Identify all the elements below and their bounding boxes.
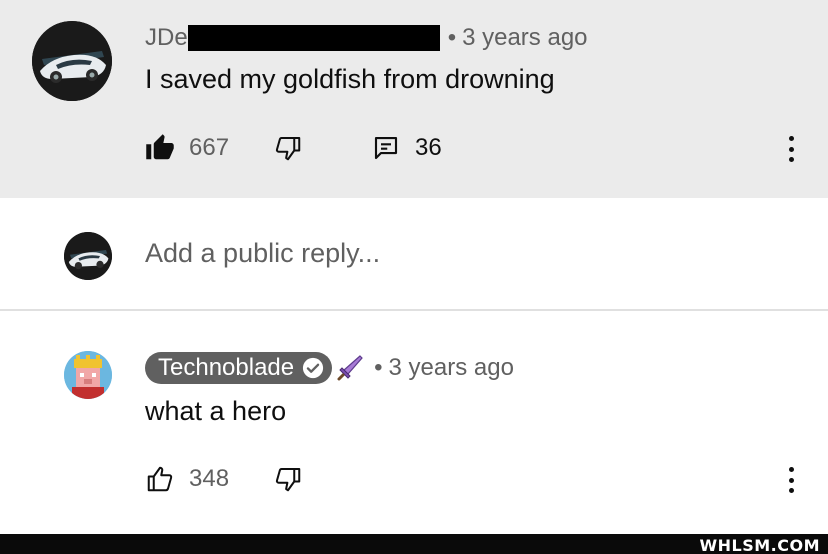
like-filled-icon[interactable]: [145, 133, 175, 163]
redaction-bar: [187, 25, 440, 51]
reply-timestamp[interactable]: 3 years ago: [389, 354, 514, 382]
member-badge-sword-icon: [334, 352, 366, 384]
reply-count[interactable]: 36: [415, 134, 442, 162]
reply-comment-icon[interactable]: [371, 133, 401, 163]
dislike-icon[interactable]: [273, 464, 303, 494]
verified-check-icon: [302, 357, 324, 379]
comment-actions: 667 36: [145, 133, 442, 163]
dislike-icon[interactable]: [273, 133, 303, 163]
technoblade-avatar[interactable]: [64, 351, 112, 399]
comment-header: JDe • 3 years ago: [145, 24, 588, 52]
commenter-avatar[interactable]: [32, 21, 112, 101]
reply-actions: 348: [145, 464, 303, 494]
reply-like-count: 348: [189, 465, 230, 492]
author-name[interactable]: JDe: [145, 24, 188, 52]
like-outline-icon[interactable]: [145, 464, 175, 494]
separator-dot: •: [374, 354, 383, 381]
car-avatar-icon: [32, 21, 112, 101]
separator-dot: •: [447, 24, 457, 51]
comment-text: I saved my goldfish from drowning: [145, 64, 555, 94]
reply-header: Technoblade • 3 years ago: [145, 352, 514, 384]
comment-timestamp[interactable]: 3 years ago: [462, 24, 587, 52]
current-user-avatar: [64, 232, 112, 280]
like-count: 667: [189, 134, 230, 161]
public-reply-input[interactable]: Add a public reply...: [145, 238, 380, 269]
reply-composer: [0, 198, 828, 311]
car-avatar-icon: [64, 232, 112, 280]
creator-name-badge[interactable]: Technoblade: [145, 352, 333, 384]
pig-king-avatar-icon: [64, 351, 112, 399]
highlighted-comment: JDe • 3 years ago I saved my goldfish fr…: [0, 0, 828, 198]
reply-text: what a hero: [145, 396, 287, 426]
more-options-icon[interactable]: [784, 134, 798, 164]
more-options-icon[interactable]: [784, 465, 798, 495]
site-watermark: WHLSM.COM: [699, 536, 820, 554]
reply-author-name: Technoblade: [158, 354, 295, 381]
